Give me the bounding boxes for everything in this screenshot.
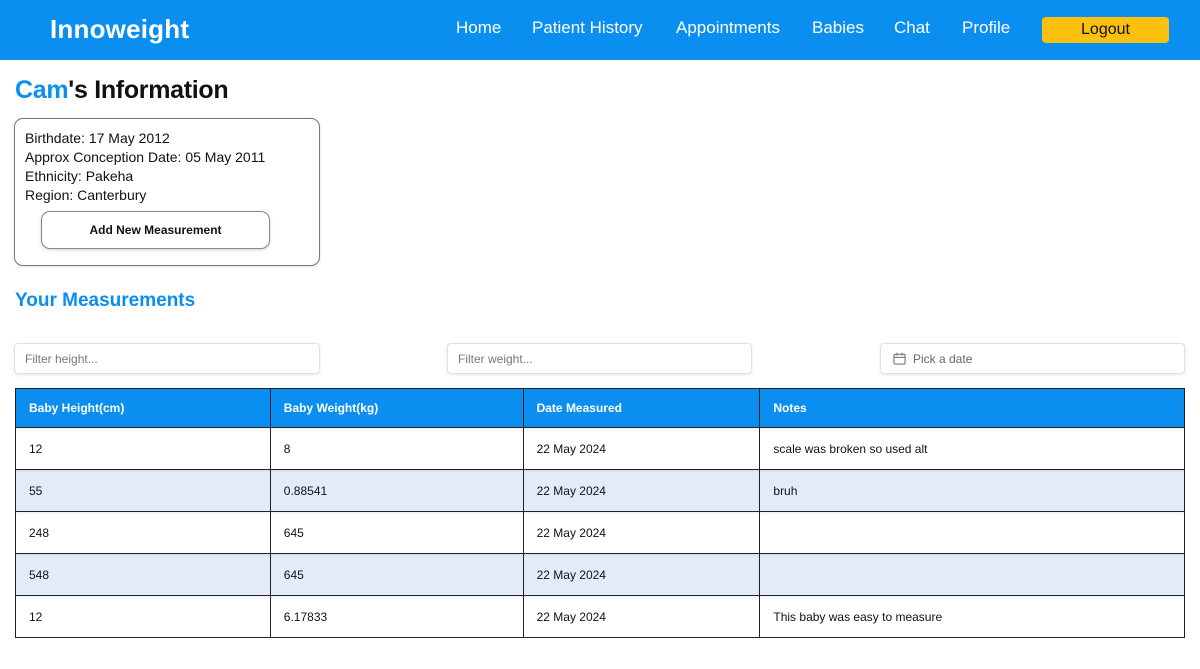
add-new-measurement-button[interactable]: Add New Measurement bbox=[41, 211, 270, 249]
calendar-icon bbox=[893, 352, 906, 365]
page-title-suffix: 's Information bbox=[68, 76, 229, 104]
region-value: Canterbury bbox=[77, 187, 147, 203]
logout-button[interactable]: Logout bbox=[1042, 17, 1169, 43]
conception-date-line: Approx Conception Date: 05 May 2011 bbox=[25, 149, 265, 165]
page-title: Cam's Information bbox=[15, 76, 229, 105]
cell-height: 55 bbox=[15, 469, 271, 512]
column-header-weight[interactable]: Baby Weight(kg) bbox=[269, 388, 524, 428]
cell-height: 12 bbox=[15, 427, 271, 470]
filter-height-input[interactable] bbox=[14, 343, 320, 374]
cell-date: 22 May 2024 bbox=[522, 553, 761, 596]
cell-date: 22 May 2024 bbox=[522, 595, 761, 638]
nav-profile[interactable]: Profile bbox=[962, 18, 1010, 38]
region-label: Region: bbox=[25, 187, 78, 203]
nav-chat[interactable]: Chat bbox=[894, 18, 930, 38]
nav-home[interactable]: Home bbox=[456, 18, 501, 38]
table-row[interactable]: 548 645 22 May 2024 bbox=[15, 553, 1185, 596]
baby-info-card: Birthdate: 17 May 2012 Approx Conception… bbox=[14, 118, 320, 266]
cell-date: 22 May 2024 bbox=[522, 511, 761, 554]
birthdate-label: Birthdate: bbox=[25, 130, 89, 146]
ethnicity-label: Ethnicity: bbox=[25, 168, 86, 184]
cell-height: 548 bbox=[15, 553, 271, 596]
cell-weight: 645 bbox=[269, 511, 524, 554]
measurements-title: Your Measurements bbox=[15, 290, 196, 311]
ethnicity-value: Pakeha bbox=[85, 168, 134, 184]
cell-weight: 0.88541 bbox=[269, 469, 524, 512]
cell-weight: 6.17833 bbox=[269, 595, 524, 638]
birthdate-line: Birthdate: 17 May 2012 bbox=[25, 130, 170, 146]
cell-weight: 8 bbox=[269, 427, 524, 470]
cell-date: 22 May 2024 bbox=[522, 469, 761, 512]
table-row[interactable]: 55 0.88541 22 May 2024 bruh bbox=[15, 469, 1185, 512]
conception-date-label: Approx Conception Date: bbox=[25, 149, 186, 165]
ethnicity-line: Ethnicity: Pakeha bbox=[25, 168, 133, 184]
nav-patient-history[interactable]: Patient History bbox=[532, 18, 643, 38]
table-row[interactable]: 12 6.17833 22 May 2024 This baby was eas… bbox=[15, 595, 1185, 638]
cell-weight: 645 bbox=[269, 553, 524, 596]
table-row[interactable]: 248 645 22 May 2024 bbox=[15, 511, 1185, 554]
table-row[interactable]: 12 8 22 May 2024 scale was broken so use… bbox=[15, 427, 1185, 470]
nav-links: Home Patient History Appointments Babies… bbox=[0, 0, 1200, 60]
nav-babies[interactable]: Babies bbox=[812, 18, 864, 38]
table-header-row: Baby Height(cm) Baby Weight(kg) Date Mea… bbox=[15, 388, 1185, 428]
cell-notes: scale was broken so used alt bbox=[759, 427, 1185, 470]
date-picker-button[interactable]: Pick a date bbox=[880, 343, 1185, 374]
cell-height: 12 bbox=[15, 595, 271, 638]
column-header-height[interactable]: Baby Height(cm) bbox=[15, 388, 271, 428]
conception-date-value: 05 May 2011 bbox=[185, 149, 266, 165]
nav-appointments[interactable]: Appointments bbox=[676, 18, 780, 38]
column-header-notes[interactable]: Notes bbox=[759, 388, 1185, 428]
cell-height: 248 bbox=[15, 511, 271, 554]
column-header-date[interactable]: Date Measured bbox=[522, 388, 761, 428]
top-navbar: Innoweight Home Patient History Appointm… bbox=[0, 0, 1200, 60]
cell-notes bbox=[759, 511, 1185, 554]
baby-name: Cam bbox=[15, 76, 69, 104]
birthdate-value: 17 May 2012 bbox=[88, 130, 170, 146]
filter-weight-input[interactable] bbox=[447, 343, 752, 374]
date-picker-placeholder: Pick a date bbox=[913, 352, 973, 366]
cell-notes bbox=[759, 553, 1185, 596]
region-line: Region: Canterbury bbox=[25, 187, 146, 203]
cell-notes: bruh bbox=[759, 469, 1185, 512]
measurements-table: Baby Height(cm) Baby Weight(kg) Date Mea… bbox=[15, 388, 1185, 638]
cell-date: 22 May 2024 bbox=[522, 427, 761, 470]
cell-notes: This baby was easy to measure bbox=[759, 595, 1185, 638]
